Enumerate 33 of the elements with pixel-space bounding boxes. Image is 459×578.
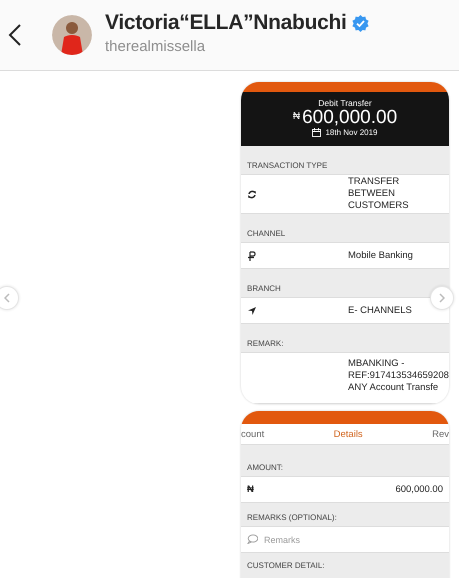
currency-symbol: ₦ [247, 484, 254, 495]
amount-value: 600,000.00 [395, 484, 443, 495]
field-value: MBANKING - REF:917413534659208 ANY Account Transfe [348, 357, 449, 395]
currency-symbol: ₦ [292, 110, 300, 124]
currency-icon [247, 250, 257, 260]
refresh-icon [247, 189, 257, 199]
chevron-right-icon [439, 293, 445, 303]
field-value: E- CHANNELS [348, 304, 412, 318]
field-label: REMARKS (OPTIONAL): [246, 512, 338, 524]
field-label: REMARK: [246, 338, 284, 350]
previous-button[interactable] [0, 286, 19, 310]
remarks-field[interactable]: Remarks [241, 526, 449, 553]
field-value: TRANSFER BETWEEN CUSTOMERS [348, 175, 409, 213]
date-text: 18th Nov 2019 [325, 128, 378, 137]
transfer-type-title: Debit Transfer [318, 98, 372, 108]
amount-text: 600,000.00 [302, 108, 398, 128]
field-label: CHANNEL [246, 228, 286, 240]
field-label: BRANCH [246, 283, 282, 295]
calendar-icon [312, 128, 322, 137]
location-arrow-icon [247, 306, 257, 316]
field-label: CUSTOMER DETAIL: [246, 560, 326, 572]
field-value: Mobile Banking [348, 248, 413, 262]
profile-handle: therealmissella [105, 38, 206, 55]
field-label: AMOUNT: [246, 462, 284, 474]
chevron-left-icon [4, 293, 10, 303]
field-label: TRANSACTION TYPE [246, 160, 328, 172]
tab[interactable]: Rev [432, 428, 449, 440]
chevron-left-icon [8, 23, 22, 47]
avatar-icon [52, 15, 92, 55]
tab[interactable]: count [241, 428, 264, 440]
tab[interactable]: Details [334, 428, 363, 440]
speech-bubble-icon [247, 534, 258, 544]
profile-name: Victoria“ELLA”Nnabuchi [105, 11, 347, 35]
